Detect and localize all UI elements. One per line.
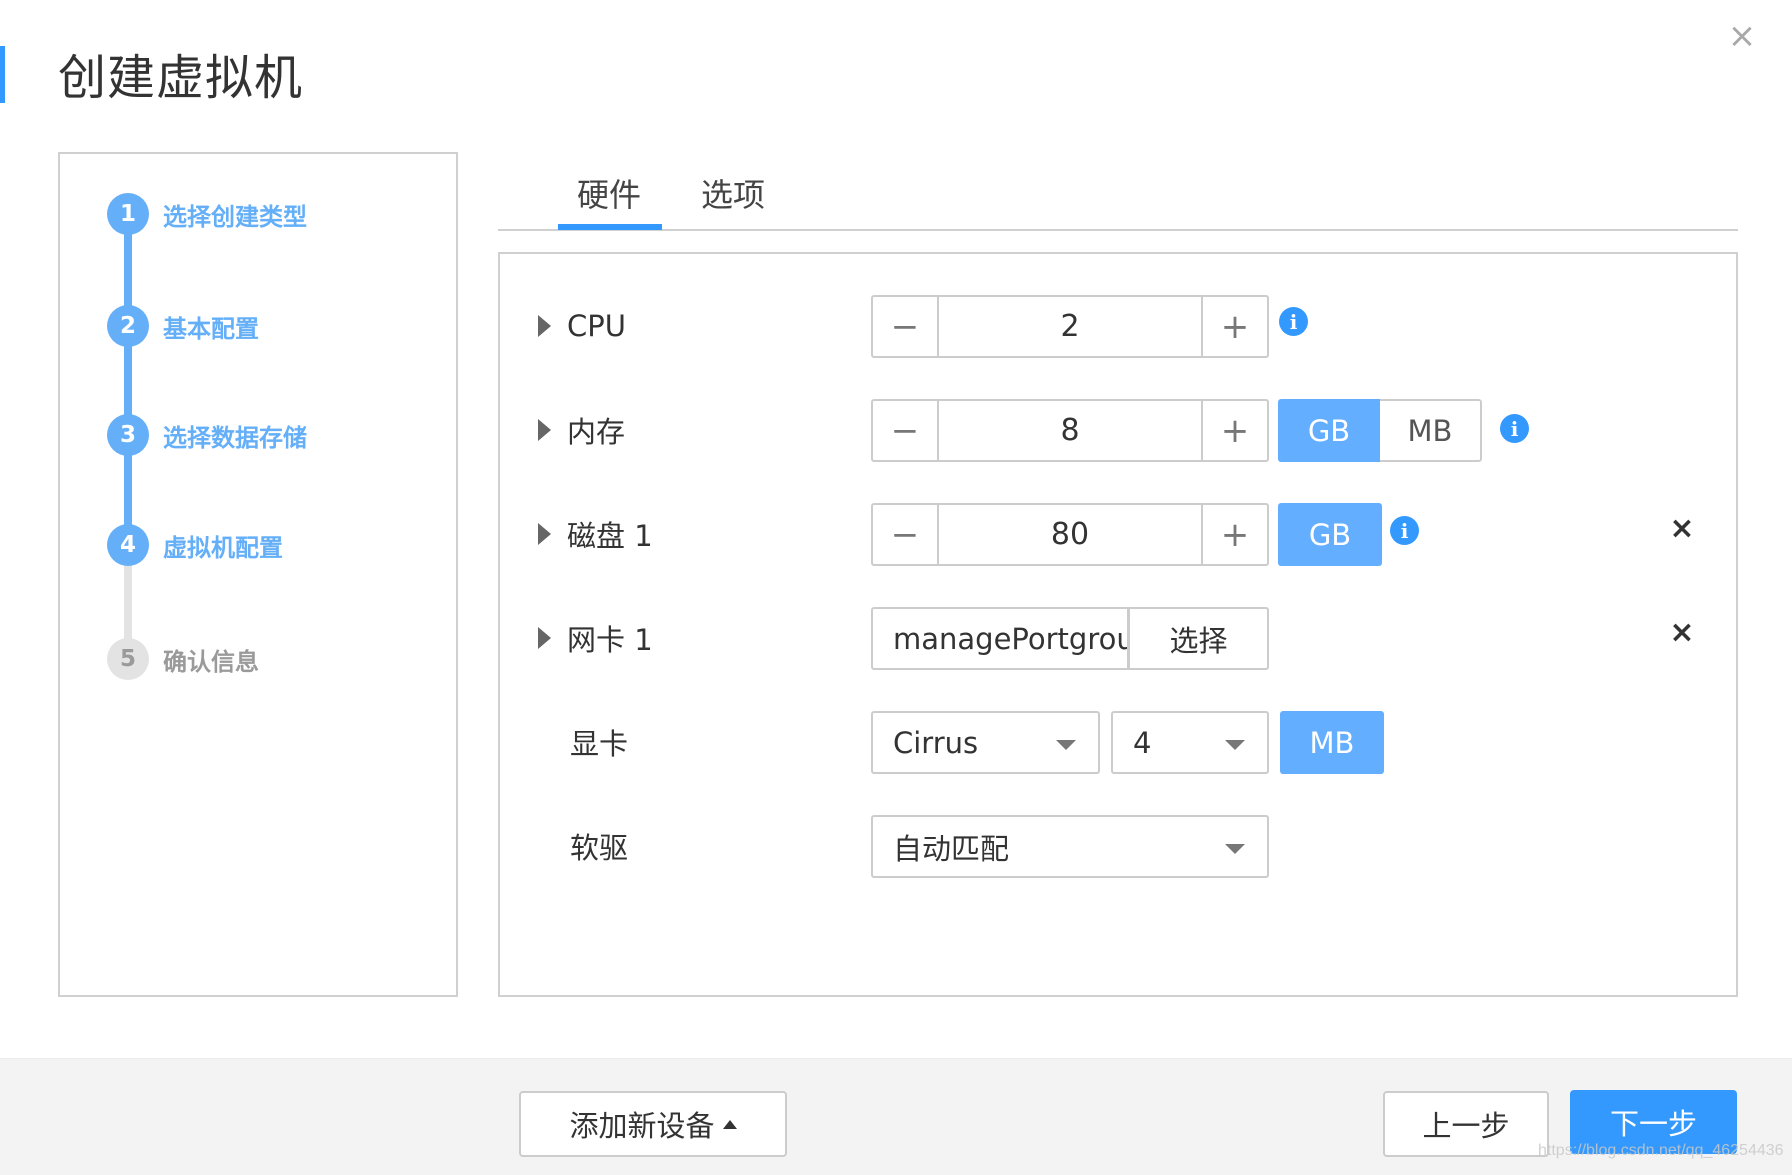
step-label: 选择数据存储 [163,423,307,452]
disk-info-icon[interactable]: i [1390,516,1419,545]
floppy-value: 自动匹配 [893,831,1010,866]
step-number: 3 [107,414,149,456]
close-icon[interactable]: × [1726,16,1758,56]
cpu-value-input[interactable]: 2 [939,297,1201,356]
disk-decrement-button[interactable]: − [873,505,939,564]
step-2[interactable]: 2 基本配置 [107,304,259,348]
disk-row-toggle[interactable]: 磁盘 1 [538,514,653,554]
memory-label: 内存 [567,415,626,449]
floppy-select[interactable]: 自动匹配 [871,815,1269,878]
step-4[interactable]: 4 虚拟机配置 [107,523,283,567]
step-label: 基本配置 [163,314,259,343]
dropdown-arrow-icon [1225,740,1245,750]
prev-step-button[interactable]: 上一步 [1383,1091,1549,1157]
memory-increment-button[interactable]: + [1201,401,1267,460]
nic-delete-icon[interactable]: × [1668,618,1696,648]
cpu-info-icon[interactable]: i [1279,307,1308,336]
cpu-row-toggle[interactable]: CPU [538,306,626,346]
gpu-label: 显卡 [570,727,629,761]
cpu-stepper: − 2 + [871,295,1269,358]
disk-unit-gb[interactable]: GB [1278,503,1382,566]
nic-portgroup-input[interactable]: managePortgroup [871,607,1129,670]
dropdown-arrow-icon [1225,844,1245,854]
gpu-row: 显卡 [538,722,628,762]
disk-value-input[interactable]: 80 [939,505,1201,564]
caret-right-icon [538,523,551,545]
disk-delete-icon[interactable]: × [1668,514,1696,544]
memory-info-icon[interactable]: i [1500,414,1529,443]
step-number: 1 [107,193,149,235]
memory-stepper: − 8 + [871,399,1269,462]
gpu-memory-value: 4 [1133,725,1152,760]
step-label: 确认信息 [163,647,259,676]
memory-unit-gb[interactable]: GB [1278,399,1380,462]
disk-label: 磁盘 1 [567,519,653,553]
nic-label: 网卡 1 [567,623,653,657]
step-label: 虚拟机配置 [163,533,283,562]
gpu-memory-select[interactable]: 4 [1111,711,1269,774]
cpu-decrement-button[interactable]: − [873,297,939,356]
floppy-row: 软驱 [538,826,628,866]
step-1[interactable]: 1 选择创建类型 [107,192,307,236]
cpu-label: CPU [567,309,626,343]
dialog-title: 创建虚拟机 [58,50,304,106]
caret-right-icon [538,627,551,649]
floppy-label: 软驱 [570,831,629,865]
step-3[interactable]: 3 选择数据存储 [107,413,307,457]
memory-unit-mb[interactable]: MB [1380,399,1482,462]
nic-row-toggle[interactable]: 网卡 1 [538,618,653,658]
caret-right-icon [538,315,551,337]
step-connector [124,214,132,545]
memory-value-input[interactable]: 8 [939,401,1201,460]
wizard-steps-panel [58,152,458,997]
tabs-divider [498,229,1738,231]
disk-increment-button[interactable]: + [1201,505,1267,564]
disk-unit: GB [1278,503,1382,566]
caret-up-icon [722,1119,737,1129]
dropdown-arrow-icon [1056,740,1076,750]
step-number: 4 [107,524,149,566]
memory-unit-toggle: GB MB [1278,399,1482,462]
tab-hardware[interactable]: 硬件 [577,170,641,216]
gpu-unit-mb[interactable]: MB [1280,711,1384,774]
gpu-model-value: Cirrus [893,725,979,760]
step-label: 选择创建类型 [163,202,307,231]
add-device-label: 添加新设备 [569,1109,715,1143]
step-number: 5 [107,638,149,680]
title-accent-bar [0,46,5,103]
step-5: 5 确认信息 [107,637,259,681]
nic-select-button[interactable]: 选择 [1128,607,1269,670]
tab-options[interactable]: 选项 [701,170,765,216]
add-device-button[interactable]: 添加新设备 [519,1091,787,1157]
step-number: 2 [107,305,149,347]
gpu-model-select[interactable]: Cirrus [871,711,1100,774]
watermark: https://blog.csdn.net/qq_46254436 [1538,1142,1784,1159]
caret-right-icon [538,419,551,441]
active-tab-indicator [558,224,662,230]
disk-stepper: − 80 + [871,503,1269,566]
cpu-increment-button[interactable]: + [1201,297,1267,356]
memory-decrement-button[interactable]: − [873,401,939,460]
memory-row-toggle[interactable]: 内存 [538,410,625,450]
